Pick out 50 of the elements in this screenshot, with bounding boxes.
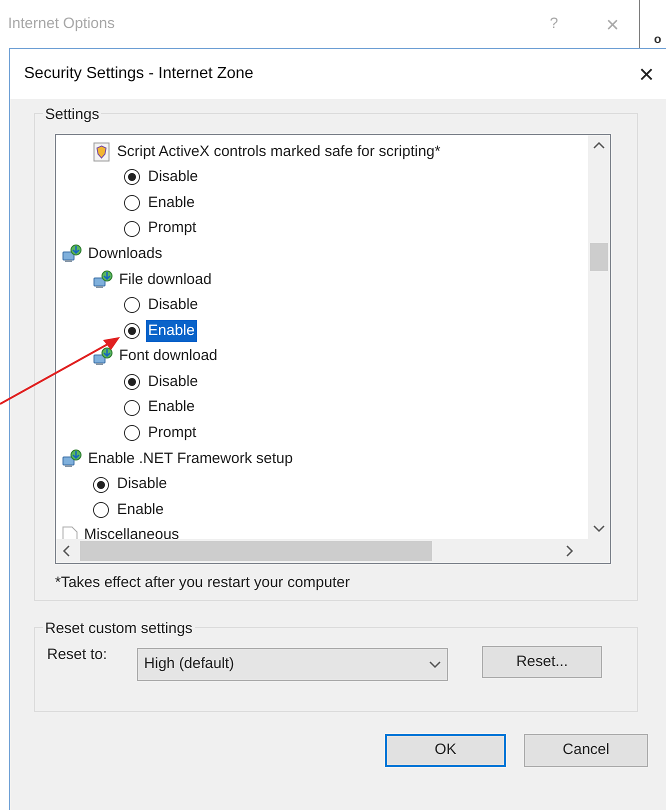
setting-label: Enable .NET Framework setup <box>88 448 293 469</box>
option-label: Enable <box>147 397 196 418</box>
reset-button[interactable]: Reset... <box>482 646 602 678</box>
radio-button[interactable] <box>124 322 140 339</box>
setting-label: File download <box>119 270 212 290</box>
window-edge-text: o <box>654 31 662 48</box>
chevron-down-icon <box>429 660 442 668</box>
radio-button[interactable] <box>124 297 140 314</box>
radio-button[interactable] <box>124 169 140 186</box>
radio-button[interactable] <box>93 502 109 518</box>
option-label: Disable <box>147 372 200 392</box>
option-label: Prompt <box>147 218 198 238</box>
setting-label: Font download <box>119 346 218 366</box>
scroll-down-icon[interactable] <box>593 525 605 533</box>
horizontal-scrollbar[interactable] <box>56 539 610 563</box>
option-label: Disable <box>147 295 200 316</box>
scrollbar-thumb[interactable] <box>80 541 432 561</box>
settings-list[interactable] <box>55 134 611 564</box>
close-button[interactable]: × <box>638 61 654 87</box>
reset-level-dropdown[interactable]: High (default) <box>137 648 448 681</box>
setting-label: Downloads <box>88 244 162 264</box>
scroll-up-icon[interactable] <box>593 141 605 149</box>
window-title: Internet Options <box>8 14 116 34</box>
network-icon <box>93 270 113 290</box>
radio-button[interactable] <box>124 194 140 211</box>
dialog-title: Security Settings - Internet Zone <box>24 64 254 84</box>
reset-to-label: Reset to: <box>47 645 108 665</box>
dialog-button[interactable]: Cancel <box>524 734 648 767</box>
scroll-right-icon[interactable] <box>566 545 574 557</box>
option-label: Disable <box>116 474 168 494</box>
footnote: *Takes effect after you restart your computer <box>55 573 351 593</box>
setting-label: Script ActiveX controls marked safe for scripting* <box>117 142 440 162</box>
network-icon <box>93 346 113 367</box>
network-icon <box>62 244 82 264</box>
radio-button[interactable] <box>124 425 140 442</box>
option-label: Prompt <box>147 423 198 444</box>
option-label: Enable <box>116 500 165 520</box>
radio-button[interactable] <box>124 220 140 237</box>
option-label: Enable <box>147 192 196 213</box>
shield-icon <box>93 142 111 162</box>
option-label: Disable <box>147 167 200 188</box>
radio-button[interactable] <box>124 374 140 390</box>
radio-button[interactable] <box>93 476 109 493</box>
radio-button[interactable] <box>124 400 140 416</box>
scrollbar-thumb[interactable] <box>590 243 608 271</box>
vertical-scrollbar[interactable] <box>588 135 610 539</box>
scroll-left-icon[interactable] <box>62 545 70 557</box>
network-icon <box>62 448 82 469</box>
dialog-button[interactable]: OK <box>385 734 506 767</box>
option-label: Enable <box>146 320 197 342</box>
